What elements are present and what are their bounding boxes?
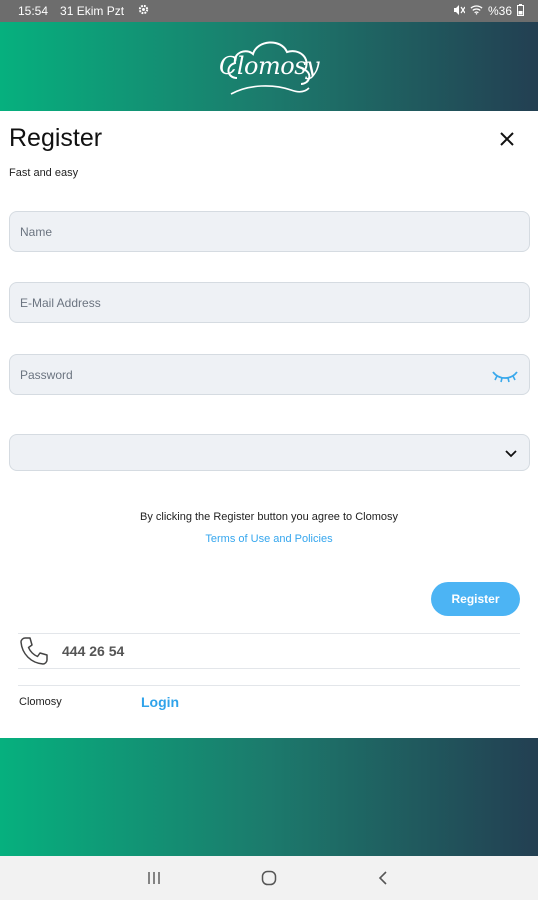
divider	[18, 668, 520, 669]
status-time: 15:54	[18, 4, 49, 18]
phone-icon	[18, 635, 50, 667]
page-title: Register	[9, 124, 103, 152]
chevron-down-icon	[503, 445, 519, 461]
agreement-text: By clicking the Register button you agre…	[139, 511, 399, 523]
page-subtitle: Fast and easy	[9, 167, 79, 179]
back-icon	[378, 871, 387, 885]
email-field[interactable]	[9, 282, 530, 323]
register-button[interactable]: Register	[431, 582, 520, 616]
home-icon	[261, 870, 277, 886]
wifi-icon	[470, 4, 483, 18]
brand-name: Clomosy	[19, 696, 62, 708]
terms-link[interactable]: Terms of Use and Policies	[0, 533, 538, 545]
header-banner: Clomosy	[0, 22, 538, 111]
system-navbar	[0, 856, 538, 900]
status-bar: 15:54 31 Ekim Pzt %36	[0, 0, 538, 22]
dropdown-select[interactable]	[9, 434, 530, 471]
status-date: 31 Ekim Pzt	[60, 4, 125, 18]
phone-row[interactable]: 444 26 54	[18, 634, 520, 668]
password-field[interactable]	[9, 354, 530, 395]
password-input[interactable]	[20, 367, 491, 382]
footer-banner	[0, 738, 538, 856]
close-icon	[500, 132, 514, 146]
battery-icon	[517, 3, 524, 19]
phone-number: 444 26 54	[62, 643, 125, 659]
name-field[interactable]	[9, 211, 530, 252]
mute-icon	[453, 4, 466, 19]
recents-icon	[148, 872, 160, 884]
close-button[interactable]	[494, 126, 520, 152]
home-button[interactable]	[259, 868, 279, 888]
recents-button[interactable]	[144, 868, 164, 888]
battery-percent: %36	[487, 4, 512, 18]
logo-text: Clomosy	[219, 51, 320, 80]
login-link[interactable]: Login	[141, 694, 179, 710]
back-button[interactable]	[374, 868, 394, 888]
settings-gear-icon	[138, 4, 149, 18]
eye-closed-icon[interactable]	[491, 366, 519, 384]
name-input[interactable]	[20, 224, 519, 239]
email-input[interactable]	[20, 295, 519, 310]
divider	[18, 685, 520, 686]
clomosy-logo: Clomosy	[219, 32, 320, 102]
